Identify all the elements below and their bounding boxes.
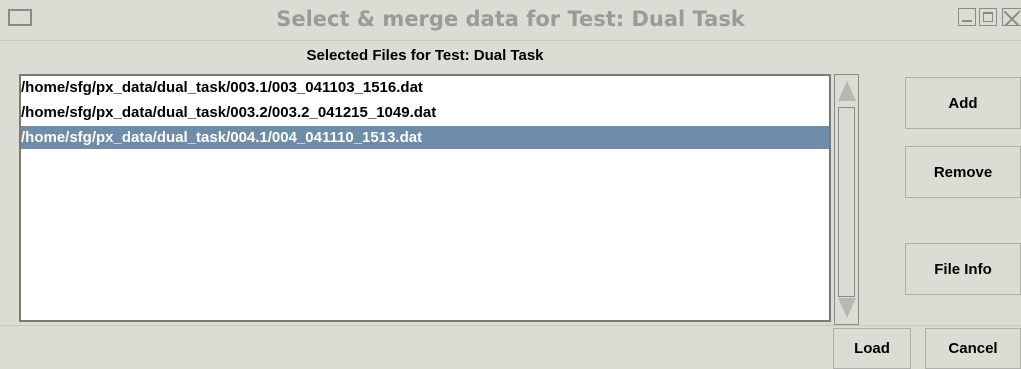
scroll-up-arrow-icon[interactable] — [838, 81, 856, 101]
load-button[interactable]: Load — [833, 328, 911, 369]
scroll-down-arrow-icon[interactable] — [838, 298, 856, 318]
scrollbar-thumb[interactable] — [838, 107, 855, 297]
title-bar[interactable]: Select & merge data for Test: Dual Task — [0, 0, 1021, 41]
add-button[interactable]: Add — [905, 77, 1021, 129]
close-icon[interactable] — [1002, 8, 1021, 26]
file-list[interactable]: /home/sfg/px_data/dual_task/003.1/003_04… — [19, 74, 831, 322]
window-title: Select & merge data for Test: Dual Task — [276, 7, 745, 31]
cancel-button[interactable]: Cancel — [925, 328, 1021, 369]
file-list-item[interactable]: /home/sfg/px_data/dual_task/003.2/003.2_… — [21, 101, 829, 124]
file-info-button[interactable]: File Info — [905, 243, 1021, 295]
dialog-window: Select & merge data for Test: Dual Task … — [0, 0, 1021, 369]
file-list-item-selected[interactable]: /home/sfg/px_data/dual_task/004.1/004_04… — [21, 126, 829, 149]
panel-heading: Selected Files for Test: Dual Task — [306, 47, 544, 64]
file-list-item[interactable]: /home/sfg/px_data/dual_task/003.1/003_04… — [21, 76, 829, 99]
maximize-icon[interactable] — [979, 8, 997, 26]
remove-button[interactable]: Remove — [905, 146, 1021, 198]
footer-divider — [0, 325, 1021, 326]
file-list-scrollbar[interactable] — [834, 74, 859, 325]
minimize-icon[interactable] — [958, 8, 976, 26]
